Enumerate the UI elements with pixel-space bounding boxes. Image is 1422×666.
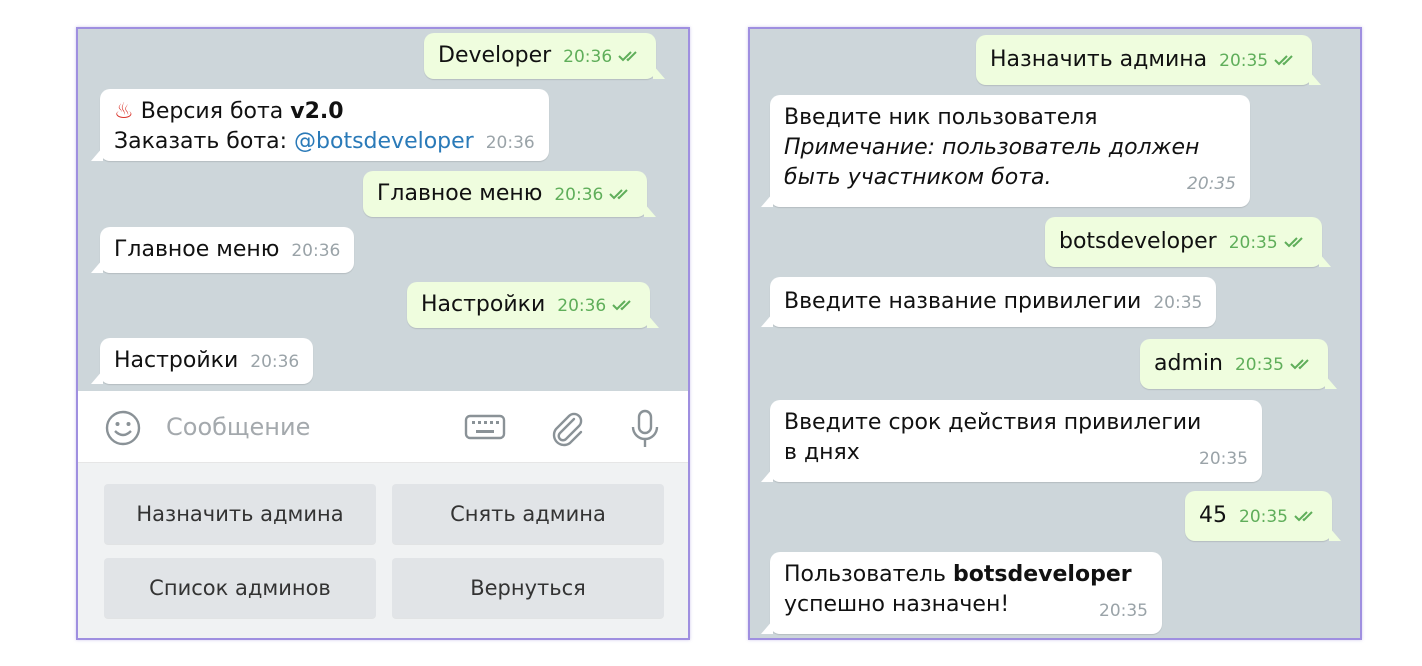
- outgoing-message[interactable]: Developer 20:36: [424, 33, 666, 79]
- double-check-icon: [618, 51, 637, 62]
- outgoing-message[interactable]: Назначить админа 20:35: [976, 35, 1322, 85]
- incoming-message-success[interactable]: Пользователь botsdeveloper успешно назна…: [761, 552, 1162, 634]
- double-check-icon: [1274, 55, 1293, 66]
- message-text: Версия бота: [140, 99, 291, 124]
- message-list[interactable]: Developer 20:36 ♨ Версия бота v2.0 Заказа…: [78, 29, 688, 391]
- outgoing-message[interactable]: Настройки 20:36: [407, 282, 660, 328]
- message-text: Назначить админа: [990, 47, 1208, 72]
- message-text: Настройки: [421, 292, 546, 317]
- message-time: 20:36: [554, 185, 604, 205]
- right-chat-screen: Назначить админа 20:35 Введите ник пользо…: [748, 27, 1362, 640]
- incoming-message[interactable]: Настройки 20:36: [91, 338, 314, 384]
- message-time: 20:35: [1199, 449, 1248, 469]
- message-time: 20:35: [1234, 355, 1284, 375]
- left-chat-screen: Developer 20:36 ♨ Версия бота v2.0 Заказа…: [76, 27, 690, 640]
- message-time: 20:35: [1228, 233, 1278, 253]
- message-time: 20:35: [1099, 601, 1148, 621]
- message-text: Developer: [438, 43, 552, 68]
- outgoing-message[interactable]: 45 20:35: [1185, 491, 1341, 541]
- paperclip-icon[interactable]: [548, 409, 586, 447]
- microphone-icon[interactable]: [628, 409, 662, 449]
- message-time: 20:35: [1187, 174, 1236, 194]
- message-list[interactable]: Назначить админа 20:35 Введите ник пользо…: [750, 29, 1360, 638]
- double-check-icon: [1290, 359, 1309, 370]
- message-time: 20:36: [557, 296, 607, 316]
- message-text: Заказать бота:: [114, 129, 295, 154]
- message-text: 45: [1199, 503, 1227, 528]
- message-time: 20:36: [485, 133, 535, 153]
- double-check-icon: [609, 189, 629, 200]
- outgoing-message[interactable]: admin 20:35: [1140, 339, 1337, 389]
- remove-admin-button[interactable]: Снять админа: [392, 484, 664, 544]
- incoming-message-enter-duration[interactable]: Введите срок действия привилегии в днях 2…: [761, 400, 1262, 482]
- incoming-message-bot-version[interactable]: ♨ Версия бота v2.0 Заказать бота: @botsd…: [91, 89, 549, 161]
- message-text: Главное меню: [114, 237, 280, 262]
- message-note: быть участником бота.: [784, 165, 1052, 190]
- message-input[interactable]: [166, 410, 446, 444]
- message-text: Настройки: [114, 348, 239, 373]
- emoji-icon[interactable]: [104, 409, 142, 447]
- message-text: Введите срок действия привилегии: [784, 410, 1202, 435]
- message-time: 20:35: [1239, 507, 1288, 527]
- admin-list-button[interactable]: Список админов: [104, 558, 376, 618]
- message-time: 20:35: [1153, 293, 1203, 313]
- outgoing-message[interactable]: Главное меню 20:36: [363, 171, 657, 217]
- message-note: Примечание: пользователь должен: [784, 135, 1200, 160]
- back-button[interactable]: Вернуться: [392, 558, 664, 618]
- message-text: в днях: [784, 440, 860, 465]
- message-text: botsdeveloper: [1059, 229, 1217, 254]
- double-check-icon: [1294, 511, 1313, 522]
- hot-springs-icon: ♨: [114, 99, 134, 124]
- message-time: 20:36: [563, 47, 613, 67]
- message-input-bar: [78, 391, 688, 463]
- message-time: 20:36: [250, 352, 300, 372]
- double-check-icon: [1283, 237, 1303, 248]
- message-time: 20:36: [291, 241, 341, 261]
- bot-reply-keyboard: Назначить админа Снять админа Список адм…: [78, 463, 688, 638]
- double-check-icon: [612, 300, 631, 311]
- message-time: 20:35: [1219, 51, 1269, 71]
- outgoing-message[interactable]: botsdeveloper 20:35: [1045, 217, 1331, 267]
- bot-username-link[interactable]: @botsdeveloper: [294, 129, 474, 154]
- message-text: Главное меню: [377, 181, 543, 206]
- message-text: Введите название привилегии: [784, 289, 1142, 314]
- incoming-message[interactable]: Главное меню 20:36: [91, 227, 355, 273]
- message-text: успешно назначен!: [784, 592, 1010, 617]
- assign-admin-button[interactable]: Назначить админа: [104, 484, 376, 544]
- assigned-username: botsdeveloper: [953, 562, 1132, 587]
- message-text: Пользователь: [784, 562, 954, 587]
- keyboard-icon[interactable]: [464, 409, 506, 445]
- incoming-message-enter-privilege[interactable]: Введите название привилегии 20:35: [761, 277, 1217, 327]
- incoming-message-enter-username[interactable]: Введите ник пользователя Примечание: пол…: [761, 95, 1250, 207]
- message-text: admin: [1154, 351, 1223, 376]
- version-number: v2.0: [290, 99, 344, 124]
- message-text: Введите ник пользователя: [784, 105, 1098, 130]
